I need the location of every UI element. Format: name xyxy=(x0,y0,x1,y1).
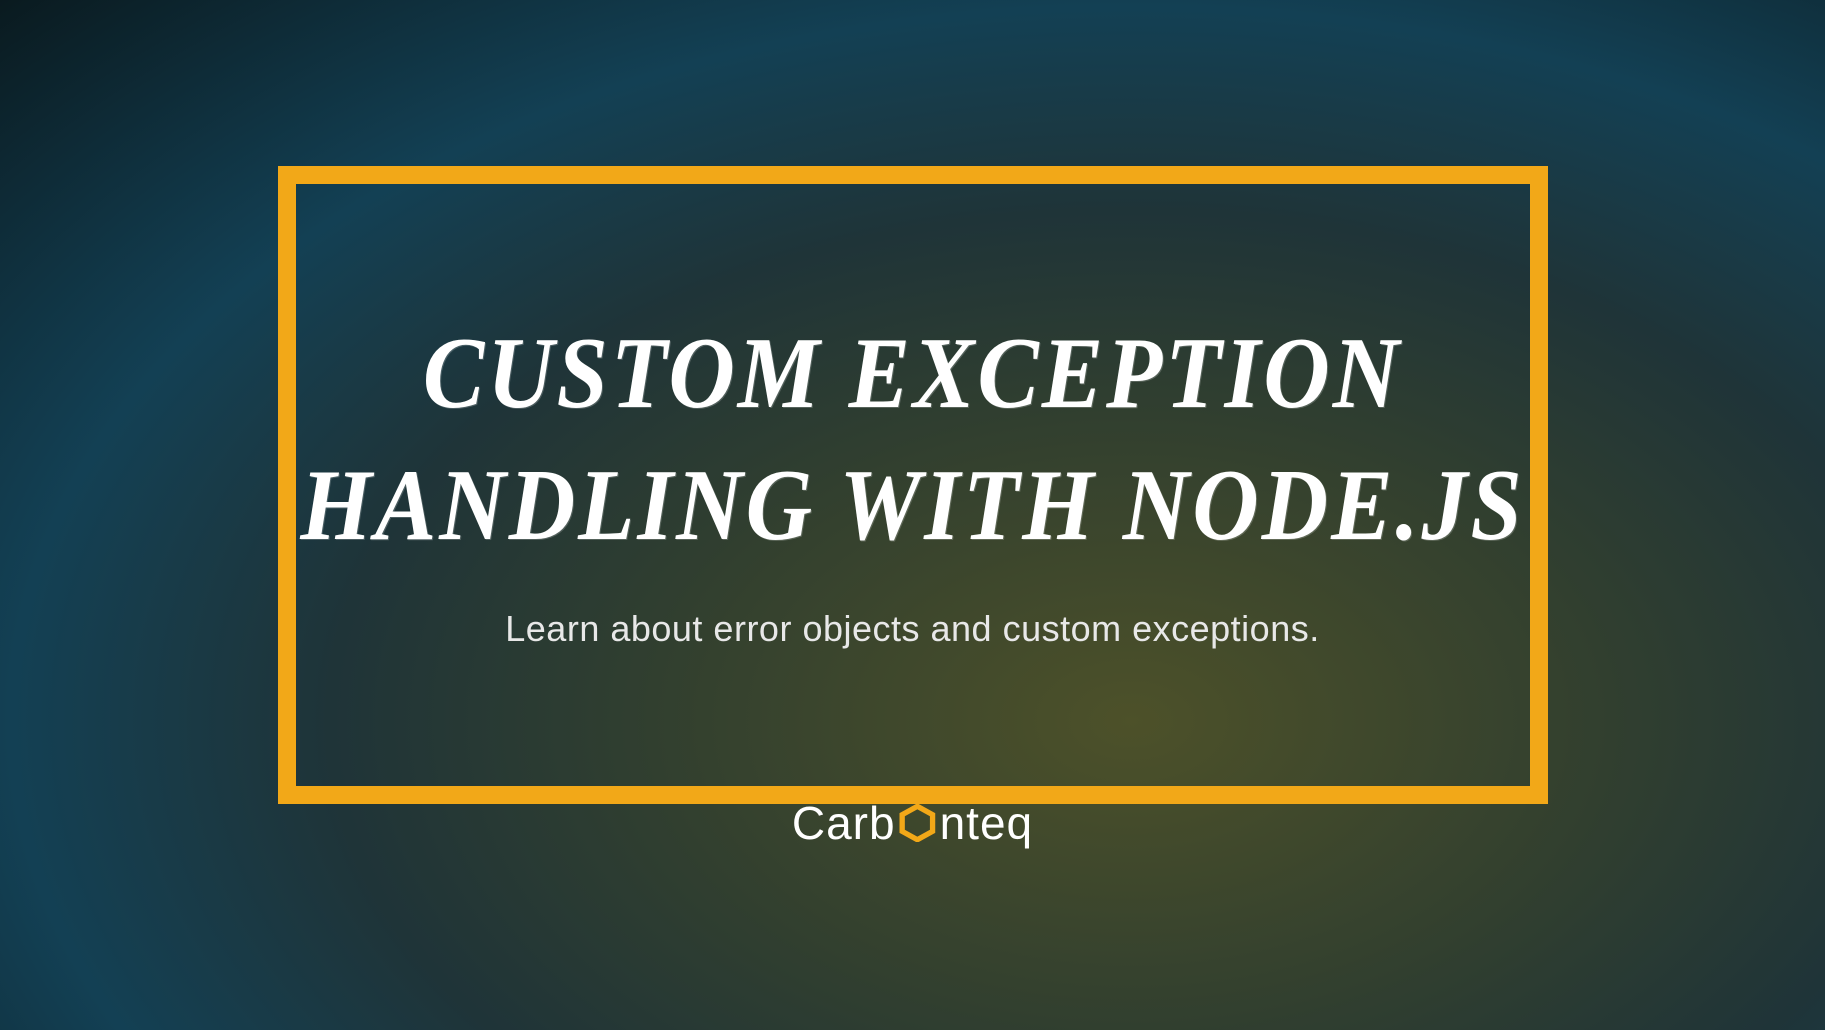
brand-suffix: nteq xyxy=(940,796,1034,850)
hexagon-icon xyxy=(898,803,938,843)
subtitle: Learn about error objects and custom exc… xyxy=(505,608,1319,650)
brand-logo: Carb nteq xyxy=(792,796,1033,850)
content-frame: CUSTOM EXCEPTION HANDLING WITH NODE.JS L… xyxy=(278,166,1548,804)
brand-prefix: Carb xyxy=(792,796,896,850)
main-title: CUSTOM EXCEPTION HANDLING WITH NODE.JS xyxy=(296,308,1530,571)
